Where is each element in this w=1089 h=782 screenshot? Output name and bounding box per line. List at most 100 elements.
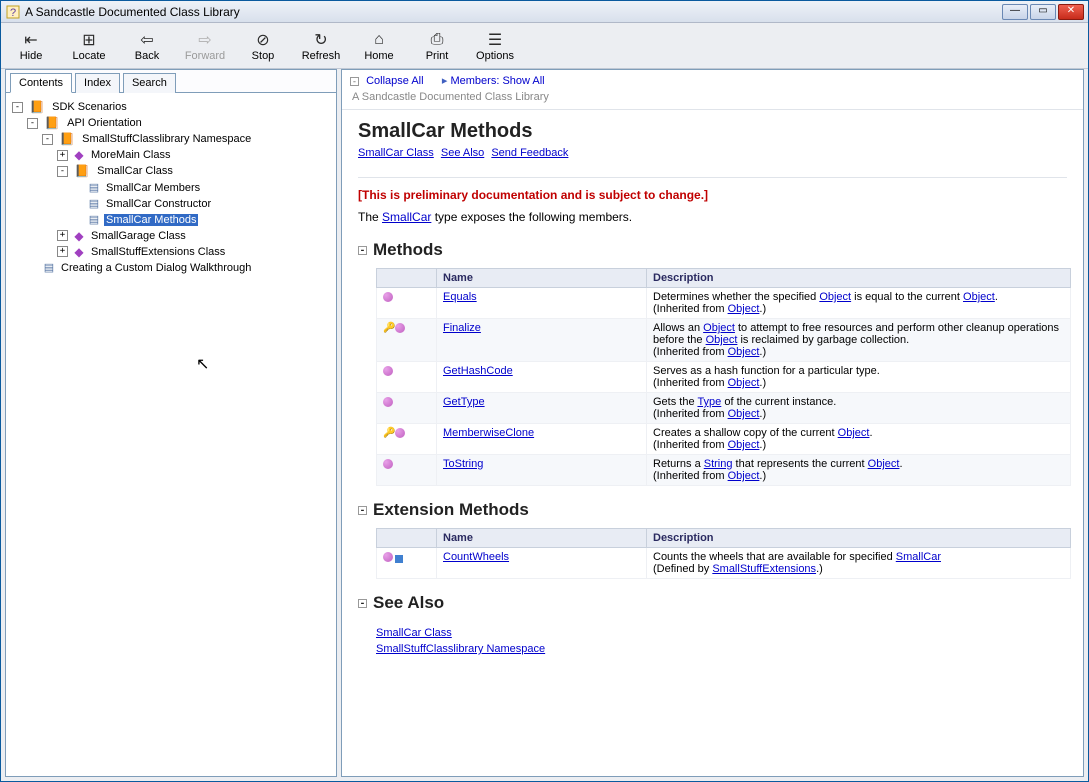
type-link[interactable]: Object [706, 334, 738, 346]
collapse-all-link[interactable]: Collapse All [366, 75, 423, 87]
namespace-icon: 📙 [59, 131, 75, 147]
hide-button[interactable]: ⇤Hide [9, 25, 53, 66]
method-link[interactable]: CountWheels [443, 551, 509, 563]
minimize-button[interactable]: — [1002, 4, 1028, 20]
tree-root[interactable]: SDK Scenarios [50, 101, 129, 113]
section-methods: - Methods [358, 240, 1067, 260]
method-link[interactable]: MemberwiseClone [443, 427, 534, 439]
method-link[interactable]: GetType [443, 396, 485, 408]
refresh-button[interactable]: ↻Refresh [299, 25, 343, 66]
nav-pane: Contents Index Search - 📙 SDK Scenarios … [5, 69, 337, 777]
section-see-also: - See Also [358, 593, 1067, 613]
expand-toggle[interactable]: - [57, 166, 68, 177]
maximize-button[interactable]: ▭ [1030, 4, 1056, 20]
home-button[interactable]: ⌂Home [357, 25, 401, 66]
method-icon-cell [377, 393, 437, 424]
type-link[interactable]: Object [728, 470, 760, 482]
method-link[interactable]: Finalize [443, 322, 481, 334]
method-icon-cell [377, 362, 437, 393]
tree-smallgarage[interactable]: SmallGarage Class [89, 230, 188, 242]
stop-icon: ⊘ [252, 30, 274, 50]
type-link[interactable]: Object [728, 346, 760, 358]
back-icon: ⇦ [136, 30, 158, 50]
nav-tabs: Contents Index Search [6, 70, 336, 93]
tab-contents[interactable]: Contents [10, 73, 72, 93]
tree-moremain[interactable]: MoreMain Class [89, 149, 172, 161]
preliminary-warning: [This is preliminary documentation and i… [358, 188, 1067, 202]
options-button[interactable]: ☰Options [473, 25, 517, 66]
tab-index[interactable]: Index [75, 73, 120, 93]
tree-extensions[interactable]: SmallStuffExtensions Class [89, 246, 227, 258]
close-button[interactable]: ✕ [1058, 4, 1084, 20]
type-link[interactable]: SmallCar [896, 551, 941, 563]
method-link[interactable]: Equals [443, 291, 477, 303]
tree-namespace[interactable]: SmallStuffClasslibrary Namespace [80, 133, 253, 145]
page-icon: ▤ [86, 212, 102, 228]
content-pane: - Collapse All ▸ Members: Show All A San… [341, 69, 1084, 777]
method-icon-cell [377, 455, 437, 486]
type-link[interactable]: Object [838, 427, 870, 439]
tree-smallcar-constructor[interactable]: SmallCar Constructor [104, 198, 213, 210]
tree-smallcar[interactable]: SmallCar Class [95, 165, 175, 177]
method-icon [383, 366, 393, 376]
collapse-icon[interactable]: - [358, 506, 367, 515]
method-icon [383, 397, 393, 407]
expand-toggle[interactable]: - [27, 118, 38, 129]
type-link[interactable]: Object [728, 377, 760, 389]
method-icon-cell: 🔑 [377, 424, 437, 455]
expand-toggle[interactable]: + [57, 246, 68, 257]
table-row: ToStringReturns a String that represents… [377, 455, 1071, 486]
class-icon: ◆ [71, 228, 87, 244]
type-link[interactable]: Type [697, 396, 721, 408]
print-button[interactable]: ⎙Print [415, 25, 459, 66]
tab-search[interactable]: Search [123, 73, 176, 93]
expand-toggle[interactable]: + [57, 150, 68, 161]
type-link[interactable]: Object [963, 291, 995, 303]
type-link[interactable]: String [704, 458, 733, 470]
tree-smallcar-methods[interactable]: SmallCar Methods [104, 214, 198, 226]
seealso-namespace-link[interactable]: SmallStuffClasslibrary Namespace [376, 643, 545, 655]
page-icon: ▤ [41, 260, 57, 276]
extension-badge-icon [395, 555, 403, 563]
link-smallcar-type[interactable]: SmallCar [382, 210, 431, 224]
table-row: 🔑FinalizeAllows an Object to attempt to … [377, 319, 1071, 362]
tree-api-orientation[interactable]: API Orientation [65, 117, 144, 129]
method-link[interactable]: GetHashCode [443, 365, 513, 377]
method-link[interactable]: ToString [443, 458, 483, 470]
stop-button[interactable]: ⊘Stop [241, 25, 285, 66]
toolbar: ⇤Hide ⊞Locate ⇦Back ⇨Forward ⊘Stop ↻Refr… [1, 23, 1088, 69]
expand-toggle[interactable]: + [57, 230, 68, 241]
print-icon: ⎙ [426, 30, 448, 50]
expand-toggle[interactable]: - [12, 102, 23, 113]
type-link[interactable]: Object [703, 322, 735, 334]
type-link[interactable]: Object [728, 408, 760, 420]
breadcrumb: A Sandcastle Documented Class Library [342, 91, 1083, 109]
home-icon: ⌂ [368, 30, 390, 50]
type-link[interactable]: Object [728, 303, 760, 315]
forward-icon: ⇨ [194, 30, 216, 50]
book-icon: 📙 [29, 99, 45, 115]
collapse-icon[interactable]: - [358, 246, 367, 255]
members-filter-link[interactable]: Members: Show All [450, 75, 544, 87]
expose-text: The SmallCar type exposes the following … [358, 210, 1067, 224]
tree-walkthrough[interactable]: Creating a Custom Dialog Walkthrough [59, 262, 253, 274]
forward-button[interactable]: ⇨Forward [183, 25, 227, 66]
back-button[interactable]: ⇦Back [125, 25, 169, 66]
method-icon [383, 292, 393, 302]
seealso-class-link[interactable]: SmallCar Class [376, 627, 452, 639]
type-link[interactable]: Object [819, 291, 851, 303]
type-link[interactable]: Object [868, 458, 900, 470]
link-send-feedback[interactable]: Send Feedback [491, 147, 568, 159]
locate-button[interactable]: ⊞Locate [67, 25, 111, 66]
type-link[interactable]: SmallStuffExtensions [712, 563, 816, 575]
methods-table: Name Description EqualsDetermines whethe… [376, 268, 1071, 486]
collapse-icon[interactable]: - [350, 77, 359, 86]
type-link[interactable]: Object [728, 439, 760, 451]
expand-toggle[interactable]: - [42, 134, 53, 145]
link-see-also[interactable]: See Also [441, 147, 484, 159]
tree-smallcar-members[interactable]: SmallCar Members [104, 182, 202, 194]
table-row: GetHashCodeServes as a hash function for… [377, 362, 1071, 393]
options-icon: ☰ [484, 30, 506, 50]
collapse-icon[interactable]: - [358, 599, 367, 608]
link-smallcar-class[interactable]: SmallCar Class [358, 147, 434, 159]
